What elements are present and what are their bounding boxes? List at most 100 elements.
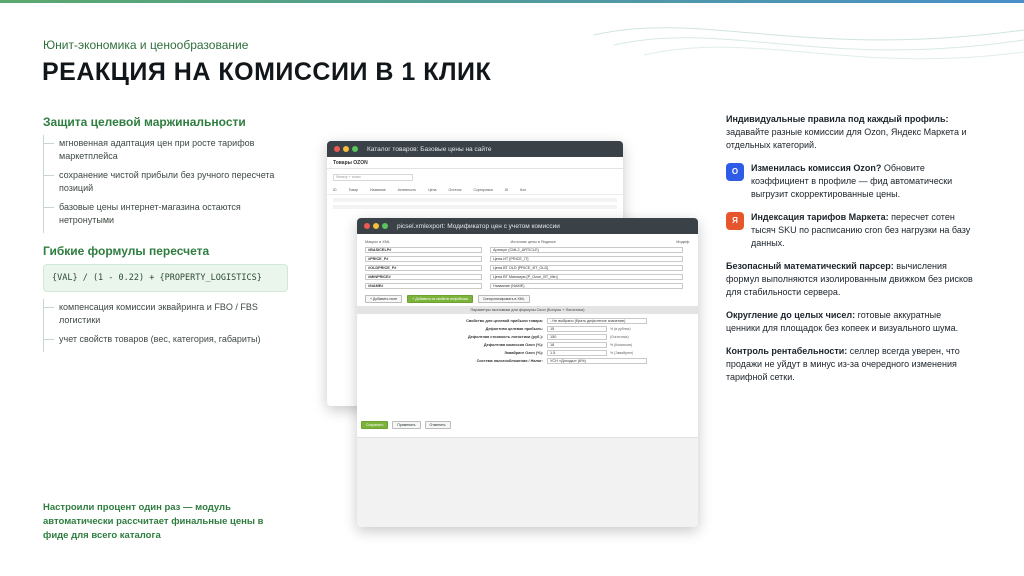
apply-button[interactable]: Применить bbox=[392, 421, 421, 429]
modifier-window: picsel.xmlexport: Модификатор цен с учет… bbox=[357, 218, 698, 527]
add-from-properties-button[interactable]: + Добавить из свойств инфоблока bbox=[407, 295, 474, 303]
source-select[interactable]: Цена ВТ Минимум [P_Ozon_BT_Min] bbox=[490, 274, 683, 280]
top-accent-bar bbox=[0, 0, 1024, 3]
param-row: Эквайринг Ozon (%): 1.5 % (Эквайринг) bbox=[365, 350, 690, 356]
decorative-waves bbox=[593, 27, 1024, 60]
add-field-button[interactable]: + Добавить поле bbox=[365, 295, 403, 303]
source-column-header: Источник цены в Яндексе bbox=[510, 240, 556, 244]
param-row: Дефолтная комиссия Ozon (%): 18 % (Комис… bbox=[365, 342, 690, 348]
acquiring-input[interactable]: 1.5 bbox=[547, 350, 607, 356]
param-row: Свойство для целевой прибыли товара: - Н… bbox=[365, 318, 690, 324]
yandex-market-logo-icon: Я bbox=[726, 212, 744, 230]
param-label: Свойство для целевой прибыли товара: bbox=[466, 319, 543, 323]
target-profit-input[interactable]: 15 bbox=[547, 326, 607, 332]
window-empty-area bbox=[357, 437, 698, 527]
param-row: Дефолтная целевая прибыль: 15 % (в рубля… bbox=[365, 326, 690, 332]
macro-input[interactable]: #PRICE_P# bbox=[365, 256, 482, 262]
window-title: Каталог товаров: Базовые цены на сайте bbox=[367, 145, 492, 153]
form-footer-actions: Сохранить Применить Отменить bbox=[361, 421, 451, 429]
feature-profitability: Контроль рентабельности: селлер всегда у… bbox=[726, 346, 960, 382]
param-note: % (Комиссия) bbox=[610, 343, 633, 347]
mapping-row: #PRICE_P# Цена ИТ [PRICE_IT] bbox=[365, 256, 690, 262]
param-label: Дефолтная комиссия Ozon (%): bbox=[483, 343, 543, 347]
column-header[interactable]: Товар bbox=[349, 188, 359, 192]
tax-system-select[interactable]: УСН «Доходы» (6%) bbox=[547, 358, 647, 364]
minimize-dot-icon[interactable] bbox=[373, 223, 379, 229]
cancel-button[interactable]: Отменить bbox=[424, 421, 451, 429]
param-note: (Логистика) bbox=[610, 335, 629, 339]
maximize-dot-icon[interactable] bbox=[382, 223, 388, 229]
save-button[interactable]: Сохранить bbox=[361, 421, 389, 429]
param-label: Дефолтная целевая прибыль: bbox=[485, 327, 543, 331]
close-dot-icon[interactable] bbox=[334, 146, 340, 152]
features-column: Индивидуальные правила под каждый профил… bbox=[726, 113, 976, 394]
list-item: мгновенная адаптация цен при росте тариф… bbox=[44, 137, 293, 163]
formula-bullet-list: компенсация комиссии эквайринга и FBO / … bbox=[43, 299, 293, 352]
column-header[interactable]: Остаток bbox=[448, 188, 461, 192]
tab-ozon-products[interactable]: Товары OZON bbox=[327, 157, 623, 169]
source-select[interactable]: Артикул (CML2_ARTICLE) bbox=[490, 247, 683, 253]
logistics-cost-input[interactable]: 150 bbox=[547, 334, 607, 340]
minimize-dot-icon[interactable] bbox=[343, 146, 349, 152]
ozon-logo-icon: О bbox=[726, 163, 744, 181]
table-row[interactable] bbox=[333, 198, 617, 202]
column-header[interactable]: ID bbox=[333, 188, 337, 192]
column-header[interactable]: Кол bbox=[520, 188, 526, 192]
param-label: Эквайринг Ozon (%): bbox=[504, 351, 543, 355]
economics-section-header: Параметры экономики для формулы Ozon (Бо… bbox=[357, 306, 698, 314]
sync-xml-button[interactable]: Синхронизировать в XML bbox=[478, 295, 530, 303]
footnote-text: Настроили процент один раз — модуль авто… bbox=[43, 502, 264, 541]
maximize-dot-icon[interactable] bbox=[352, 146, 358, 152]
mapping-row: #BASICELP# Артикул (CML2_ARTICLE) bbox=[365, 247, 690, 253]
list-item: сохранение чистой прибыли без ручного пе… bbox=[44, 169, 293, 195]
macro-input[interactable]: #NAME# bbox=[365, 283, 482, 289]
mapping-row: #OLDPRICE_P# Цена ВТ OLD [PRICE_BT_OLD] bbox=[365, 265, 690, 271]
feature-profiles: Индивидуальные правила под каждый профил… bbox=[726, 114, 967, 150]
column-header[interactable]: Сортировка bbox=[473, 188, 492, 192]
macro-column-header: Макрос в XML bbox=[365, 240, 391, 244]
section-formulas-title: Гибкие формулы пересчета bbox=[43, 244, 210, 258]
list-item: учет свойств товаров (вес, категория, га… bbox=[44, 333, 293, 346]
param-label: Система налогообложения / Налог: bbox=[476, 359, 543, 363]
section-margin-title: Защита целевой маржинальности bbox=[43, 115, 246, 129]
mapping-row: #MINPRICE# Цена ВТ Минимум [P_Ozon_BT_Mi… bbox=[365, 274, 690, 280]
feature-ozon: О Изменилась комиссия Ozon? Обновите коэ… bbox=[726, 162, 976, 201]
feature-rounding: Округление до целых чисел: готовые аккур… bbox=[726, 310, 959, 333]
column-header[interactable]: ID bbox=[505, 188, 509, 192]
window-titlebar: picsel.xmlexport: Модификатор цен с учет… bbox=[357, 218, 698, 234]
list-item: компенсация комиссии эквайринга и FBO / … bbox=[44, 301, 293, 327]
column-header[interactable]: Цена bbox=[428, 188, 436, 192]
mapping-actions: + Добавить поле + Добавить из свойств ин… bbox=[365, 295, 690, 303]
param-note: % (в рублях) bbox=[610, 327, 631, 331]
modifier-column-header: Модиф. bbox=[676, 240, 690, 244]
param-row: Система налогообложения / Налог: УСН «До… bbox=[365, 358, 690, 364]
column-header[interactable]: Активность bbox=[398, 188, 416, 192]
feature-market: Я Индексация тарифов Маркета: пересчет с… bbox=[726, 211, 976, 250]
source-select[interactable]: Цена ВТ OLD [PRICE_BT_OLD] bbox=[490, 265, 683, 271]
window-titlebar: Каталог товаров: Базовые цены на сайте bbox=[327, 141, 623, 157]
macro-input[interactable]: #MINPRICE# bbox=[365, 274, 482, 280]
feature-parser: Безопасный математический парсер: вычисл… bbox=[726, 261, 973, 297]
column-header[interactable]: Название bbox=[370, 188, 386, 192]
margin-bullet-list: мгновенная адаптация цен при росте тариф… bbox=[43, 135, 293, 233]
source-select[interactable]: Цена ИТ [PRICE_IT] bbox=[490, 256, 683, 262]
macro-input[interactable]: #BASICELP# bbox=[365, 247, 482, 253]
page-title: РЕАКЦИЯ НА КОМИССИИ В 1 КЛИК bbox=[42, 58, 492, 86]
param-row: Дефолтная стоимость логистики (руб.): 15… bbox=[365, 334, 690, 340]
catalog-table-header: ID Товар Название Активность Цена Остато… bbox=[327, 186, 623, 195]
eyebrow-label: Юнит-экономика и ценообразование bbox=[43, 38, 249, 52]
close-dot-icon[interactable] bbox=[364, 223, 370, 229]
ozon-commission-input[interactable]: 18 bbox=[547, 342, 607, 348]
profit-property-select[interactable]: - Не выбрано (брать дефолтное значение) bbox=[547, 318, 647, 324]
catalog-search-input[interactable]: Фильтр + поиск bbox=[333, 174, 413, 181]
mapping-row: #NAME# Название (NAME) bbox=[365, 283, 690, 289]
modifier-form: Макрос в XML Источник цены в Яндексе Мод… bbox=[357, 234, 698, 372]
window-title: picsel.xmlexport: Модификатор цен с учет… bbox=[397, 222, 560, 230]
source-select[interactable]: Название (NAME) bbox=[490, 283, 683, 289]
table-row[interactable] bbox=[333, 205, 617, 209]
macro-input[interactable]: #OLDPRICE_P# bbox=[365, 265, 482, 271]
param-note: % (Эквайринг) bbox=[610, 351, 634, 355]
param-label: Дефолтная стоимость логистики (руб.): bbox=[467, 335, 543, 339]
list-item: базовые цены интернет-магазина остаются … bbox=[44, 201, 293, 227]
formula-code-block: {VAL} / (1 - 0.22) + {PROPERTY_LOGISTICS… bbox=[43, 264, 288, 292]
